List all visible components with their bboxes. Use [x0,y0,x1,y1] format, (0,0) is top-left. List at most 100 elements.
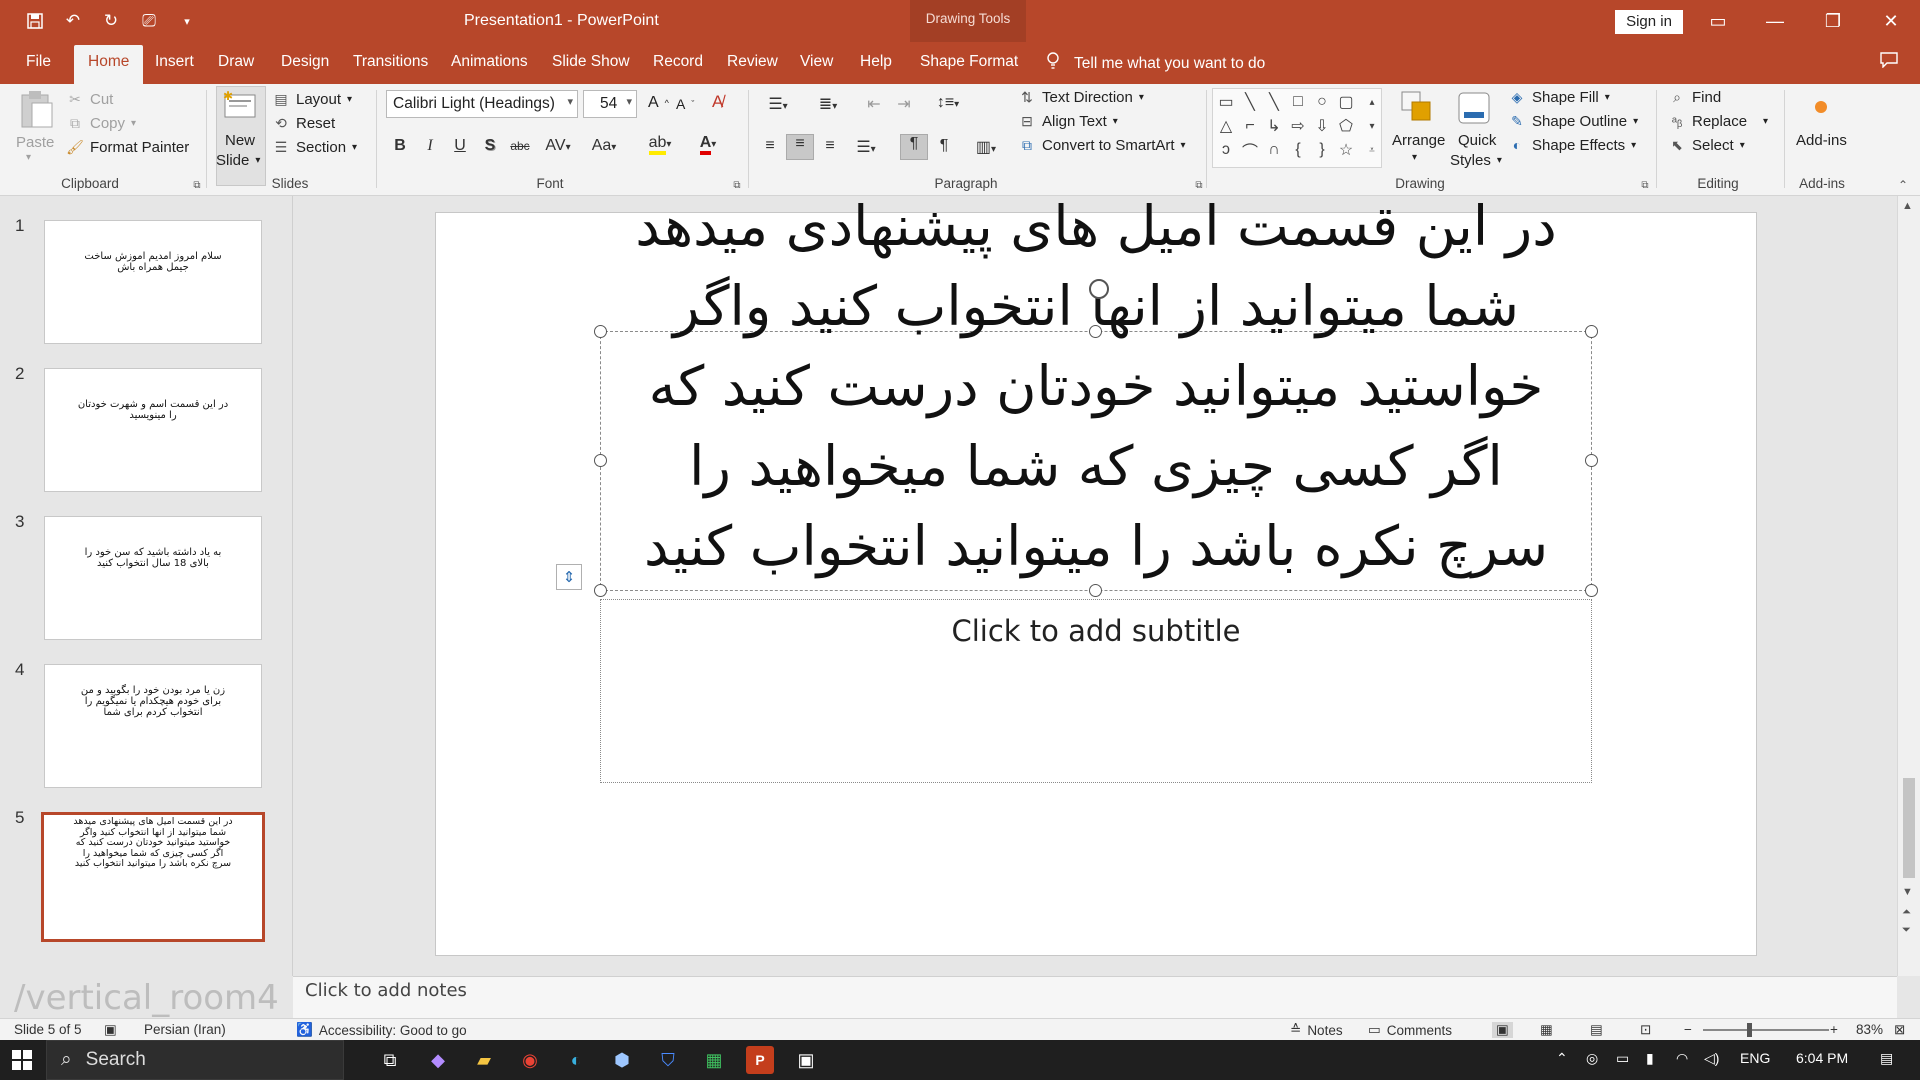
layout-button[interactable]: ▤ Layout ▾ [272,90,352,108]
line-spacing-icon[interactable]: ↕≡▾ [928,94,968,112]
quick-styles-button[interactable]: Styles ▾ [1450,152,1502,169]
arrow-line-shape-icon[interactable]: ╲ [1263,91,1285,113]
slide-thumbnail-5[interactable]: در این قسمت امیل های پیشنهادی میدهد شما … [41,812,265,942]
star-shape-icon[interactable]: ☆ [1335,139,1357,161]
meet-now-icon[interactable]: ▭ [1616,1050,1629,1067]
tab-review[interactable]: Review [727,53,778,71]
zoom-slider-thumb[interactable] [1747,1023,1752,1037]
tray-app-icon[interactable]: ◎ [1586,1050,1598,1067]
change-case-icon[interactable]: Aa▾ [584,137,624,155]
italic-icon[interactable]: I [416,137,444,155]
subtitle-placeholder[interactable]: Click to add subtitle [600,599,1592,783]
right-to-left-icon[interactable]: ¶ [900,134,928,160]
green-app-icon[interactable]: ▦ [700,1046,728,1074]
comments-button[interactable]: ▭ Comments [1368,1022,1452,1038]
resize-handle[interactable] [594,454,607,467]
save-icon[interactable] [20,8,50,34]
resize-handle[interactable] [1089,584,1102,597]
find-button[interactable]: ⌕ Find [1668,88,1721,106]
normal-view-icon[interactable]: ▣ [1492,1022,1513,1038]
next-slide-icon[interactable]: ⏷ [1902,924,1911,937]
rotate-handle-icon[interactable] [1089,279,1109,299]
replace-button[interactable]: ᵃᵦ Replace ▾ [1668,112,1768,130]
arrange-icon[interactable] [1398,88,1438,128]
resize-handle[interactable] [1585,584,1598,597]
align-center-icon[interactable]: ≡ [786,134,814,160]
oval-shape-icon[interactable]: ○ [1311,91,1333,113]
shape-fill-button[interactable]: ◈ Shape Fill ▾ [1508,88,1610,106]
slide-show-view-icon[interactable]: ⊡ [1640,1022,1651,1038]
tab-view[interactable]: View [800,53,833,71]
slide[interactable]: در این قسمت امیل های پیشنهادی میدهد شما … [435,196,1757,956]
font-color-icon[interactable]: A▾ [688,134,728,155]
vpn-app-icon[interactable]: ⬢ [608,1046,636,1074]
rounded-rectangle-shape-icon[interactable]: ▢ [1335,91,1357,113]
tab-record[interactable]: Record [653,53,703,71]
align-right-icon[interactable]: ≡ [816,137,844,155]
taskbar-search-box[interactable]: ⌕ Search [46,1040,344,1080]
tab-transitions[interactable]: Transitions [353,53,428,71]
undo-icon[interactable]: ↶ [58,8,88,34]
paste-icon[interactable] [14,88,58,130]
customize-qat-icon[interactable]: ▾ [172,8,202,34]
select-button[interactable]: ⬉ Select ▾ [1668,136,1745,154]
tab-slide-show[interactable]: Slide Show [552,53,630,71]
paste-dropdown-icon[interactable]: ▾ [26,152,31,163]
spelling-check-icon[interactable]: ▣ [104,1022,117,1038]
left-to-right-icon[interactable]: ¶ [930,137,958,155]
cut-button[interactable]: ✂ Cut [66,90,113,108]
shapes-gallery[interactable]: ▭ ╲ ╲ □ ○ ▢ △ ⌐ ↳ ⇨ ⇩ ⬠ ↄ ⌒ ∩ { } ☆ ▴ ▾ … [1212,88,1382,168]
previous-slide-icon[interactable]: ⏶ [1902,906,1911,919]
clipboard-dialog-launcher-icon[interactable]: ⧉ [188,176,206,194]
clock[interactable]: 6:04 PM [1796,1050,1848,1066]
shrink-font-button[interactable]: Aˇ [676,96,694,112]
elbow-connector-shape-icon[interactable]: ⌐ [1239,115,1261,137]
fit-slide-icon[interactable]: ⊠ [1894,1022,1905,1038]
accessibility-button[interactable]: ♿ Accessibility: Good to go [296,1022,467,1038]
zoom-out-icon[interactable]: − [1684,1022,1692,1037]
language-indicator[interactable]: Persian (Iran) [144,1022,226,1037]
reset-button[interactable]: ⟲ Reset [272,114,335,132]
sign-in-button[interactable]: Sign in [1615,10,1683,34]
font-size-dropdown-icon[interactable]: ▾ [626,95,632,108]
task-view-icon[interactable]: ⧉ [376,1046,404,1074]
language-indicator-taskbar[interactable]: ENG [1740,1050,1770,1066]
justify-icon[interactable]: ☰▾ [846,137,886,157]
elbow-arrow-shape-icon[interactable]: ↳ [1263,115,1285,137]
show-hidden-icons[interactable]: ⌃ [1556,1050,1568,1067]
triangle-shape-icon[interactable]: △ [1215,115,1237,137]
paste-button[interactable]: Paste [16,134,54,151]
reading-view-icon[interactable]: ▤ [1590,1022,1603,1038]
left-brace-shape-icon[interactable]: { [1287,139,1309,161]
line-shape-icon[interactable]: ╲ [1239,91,1261,113]
chrome-icon[interactable]: ◉ [516,1046,544,1074]
copilot-icon[interactable]: ◆ [424,1046,452,1074]
text-shadow-icon[interactable]: S [476,137,504,155]
clear-formatting-icon[interactable]: A̸ [712,92,723,112]
right-arrow-shape-icon[interactable]: ⇨ [1287,115,1309,137]
scroll-down-icon[interactable]: ▼ [1902,886,1913,898]
align-left-icon[interactable]: ≡ [756,137,784,155]
rectangle-shape-icon[interactable]: □ [1287,91,1309,113]
slide-thumbnail-2[interactable]: در این قسمت اسم و شهرت خودتان را مینویسی… [44,368,262,492]
resize-handle[interactable] [1585,454,1598,467]
underline-icon[interactable]: U [446,137,474,155]
arrange-button[interactable]: Arrange [1392,132,1445,149]
slide-sorter-view-icon[interactable]: ▦ [1540,1022,1553,1038]
tab-help[interactable]: Help [860,53,892,71]
zoom-slider[interactable] [1703,1029,1829,1031]
arrange-dropdown-icon[interactable]: ▾ [1412,152,1417,163]
screen-recorder-icon[interactable]: ▣ [792,1046,820,1074]
quick-styles-icon[interactable] [1454,88,1494,128]
zoom-level[interactable]: 83% [1856,1022,1883,1037]
numbering-icon[interactable]: ≣▾ [808,94,848,114]
collapse-ribbon-icon[interactable]: ⌃ [1894,176,1912,194]
resize-handle[interactable] [594,325,607,338]
curve-shape-icon[interactable]: ∩ [1263,139,1285,161]
notes-button[interactable]: ≙ Notes [1290,1022,1343,1038]
font-name-combo[interactable]: Calibri Light (Headings) ▾ [386,90,578,118]
freeform-shape-icon[interactable]: ⬠ [1335,115,1357,137]
close-icon[interactable]: ✕ [1868,6,1914,36]
wifi-icon[interactable]: ◠ [1676,1050,1688,1067]
slide-title-text[interactable]: در این قسمت امیل های پیشنهادی میدهد شما … [586,196,1606,586]
